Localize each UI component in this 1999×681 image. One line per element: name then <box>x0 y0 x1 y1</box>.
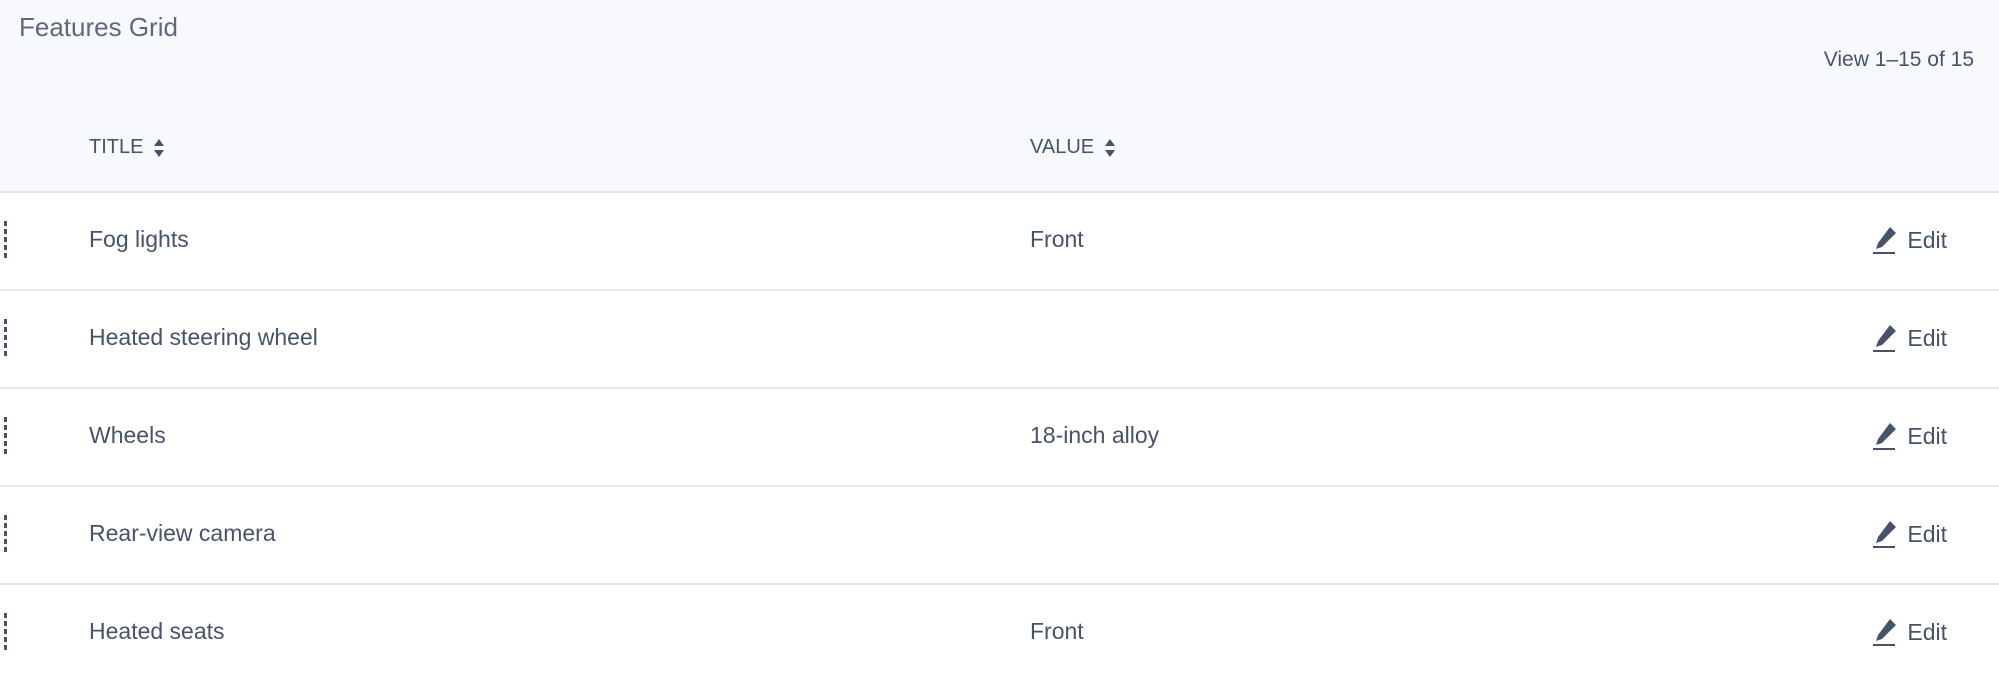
table-row: Heated steering wheel Edit <box>0 291 1999 389</box>
edit-label: Edit <box>1907 422 1947 449</box>
row-value: Front <box>1030 618 1084 644</box>
pencil-icon <box>1873 227 1897 254</box>
drag-handle-icon[interactable] <box>3 515 9 553</box>
drag-handle-icon[interactable] <box>3 417 9 455</box>
grid-title: Features Grid <box>19 12 178 42</box>
grid-body: Fog lights Front Edit Heated steering wh… <box>0 193 1999 681</box>
edit-label: Edit <box>1907 226 1947 253</box>
pagination-info: View 1–15 of 15 <box>1823 48 1974 71</box>
row-value: Front <box>1030 226 1084 252</box>
sort-icon <box>1105 138 1116 157</box>
drag-handle-icon[interactable] <box>3 221 9 259</box>
edit-label: Edit <box>1907 520 1947 547</box>
edit-label: Edit <box>1907 324 1947 351</box>
table-row: Wheels 18-inch alloy Edit <box>0 389 1999 487</box>
column-header-value-label: VALUE <box>1030 136 1095 158</box>
row-title: Rear-view camera <box>89 520 276 546</box>
drag-handle-icon[interactable] <box>3 613 9 651</box>
column-header-value[interactable]: VALUE <box>1030 136 1116 159</box>
column-header-title[interactable]: TITLE <box>89 136 165 159</box>
edit-button[interactable]: Edit <box>1873 323 1947 353</box>
column-header-title-label: TITLE <box>89 136 144 158</box>
table-row: Rear-view camera Edit <box>0 487 1999 585</box>
pencil-icon <box>1873 619 1897 646</box>
edit-label: Edit <box>1907 618 1947 645</box>
row-title: Heated steering wheel <box>89 324 318 350</box>
row-title: Fog lights <box>89 226 189 252</box>
edit-button[interactable]: Edit <box>1873 225 1947 255</box>
row-title: Wheels <box>89 422 166 448</box>
edit-button[interactable]: Edit <box>1873 617 1947 647</box>
edit-button[interactable]: Edit <box>1873 519 1947 549</box>
features-grid: Features Grid View 1–15 of 15 TITLE VALU… <box>0 0 1999 650</box>
grid-header: Features Grid View 1–15 of 15 TITLE VALU… <box>0 0 1999 193</box>
table-row: Fog lights Front Edit <box>0 193 1999 291</box>
edit-button[interactable]: Edit <box>1873 421 1947 451</box>
table-row: Heated seats Front Edit <box>0 585 1999 681</box>
drag-handle-icon[interactable] <box>3 319 9 357</box>
pencil-icon <box>1873 521 1897 548</box>
pencil-icon <box>1873 325 1897 352</box>
row-value: 18-inch alloy <box>1030 422 1160 448</box>
sort-icon <box>154 138 165 157</box>
pencil-icon <box>1873 423 1897 450</box>
row-title: Heated seats <box>89 618 225 644</box>
